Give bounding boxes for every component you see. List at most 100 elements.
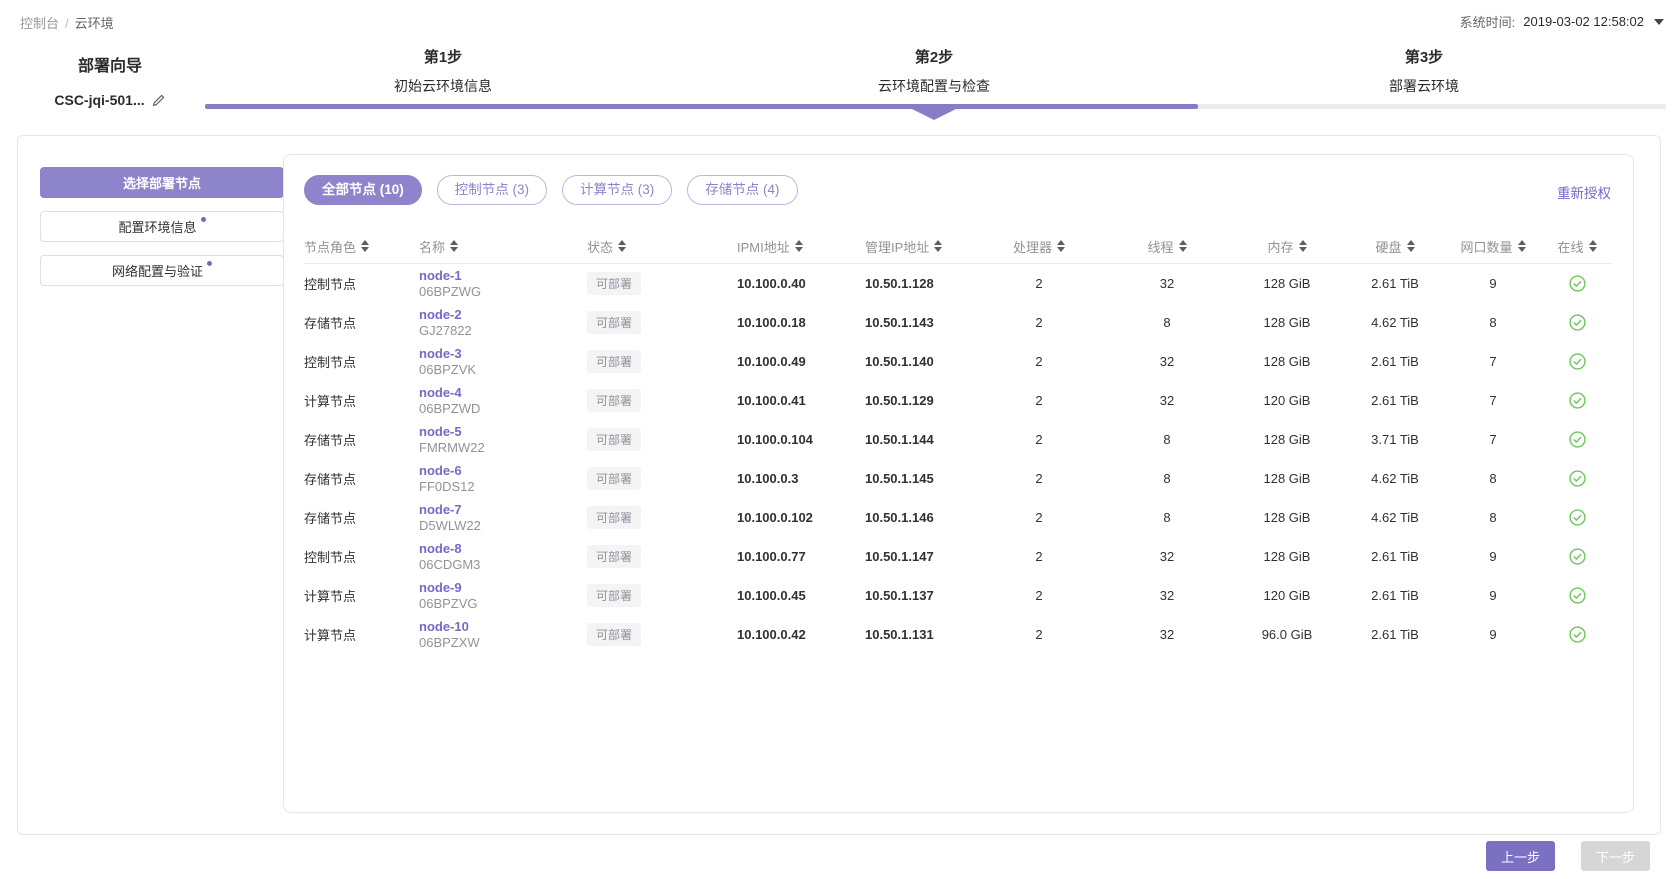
disk-size: 4.62 TiB <box>1343 315 1447 330</box>
disk-size: 2.61 TiB <box>1343 276 1447 291</box>
online-status <box>1539 509 1615 526</box>
node-filter-tab[interactable]: 存储节点 (4) <box>687 175 797 205</box>
mgmt-ip-address: 10.50.1.147 <box>835 549 975 564</box>
disk-size: 2.61 TiB <box>1343 549 1447 564</box>
mgmt-ip-address: 10.50.1.146 <box>835 510 975 525</box>
sort-icon[interactable] <box>1589 240 1597 252</box>
memory-size: 96.0 GiB <box>1231 627 1343 642</box>
memory-size: 128 GiB <box>1231 276 1343 291</box>
wizard-step-2: 第2步 云环境配置与检查 <box>774 46 1094 96</box>
node-name-link[interactable]: node-3 <box>419 346 559 362</box>
column-header[interactable]: 网口数量 <box>1447 237 1539 256</box>
node-role: 计算节点 <box>304 391 419 410</box>
wizard-nav-item[interactable]: 选择部署节点 <box>40 167 284 198</box>
status-badge: 可部署 <box>587 467 641 490</box>
system-time[interactable]: 系统时间: 2019-03-02 12:58:02 <box>1460 12 1664 31</box>
table-header-row: 节点角色 名称 状态 <box>304 229 1613 264</box>
column-header[interactable]: 管理IP地址 <box>835 237 975 256</box>
column-header-label: 状态 <box>587 237 613 256</box>
nic-count: 9 <box>1447 276 1539 291</box>
status-badge: 可部署 <box>587 623 641 646</box>
node-filter-tab[interactable]: 全部节点 (10) <box>304 175 422 205</box>
sort-icon[interactable] <box>618 240 626 252</box>
column-header[interactable]: IPMI地址 <box>707 237 835 256</box>
sort-icon[interactable] <box>934 240 942 252</box>
thread-count: 8 <box>1103 471 1231 486</box>
ipmi-address: 10.100.0.42 <box>707 627 835 642</box>
wizard-header: 部署向导 CSC-jqi-501... <box>10 52 210 108</box>
step-label: 部署云环境 <box>1264 76 1584 96</box>
column-header[interactable]: 在线 <box>1539 237 1615 256</box>
column-header[interactable]: 硬盘 <box>1343 237 1447 256</box>
status-badge: 可部署 <box>587 272 641 295</box>
column-header[interactable]: 节点角色 <box>304 237 419 256</box>
online-status <box>1539 470 1615 487</box>
edit-name-button[interactable] <box>152 93 166 107</box>
ipmi-address: 10.100.0.3 <box>707 471 835 486</box>
node-name-link[interactable]: node-6 <box>419 463 559 479</box>
pencil-icon <box>152 93 166 107</box>
breadcrumb-item-console[interactable]: 控制台 <box>20 16 59 31</box>
node-filter-tab[interactable]: 计算节点 (3) <box>562 175 672 205</box>
sort-icon[interactable] <box>795 240 803 252</box>
ipmi-address: 10.100.0.77 <box>707 549 835 564</box>
sort-icon[interactable] <box>1179 240 1187 252</box>
node-name-link[interactable]: node-7 <box>419 502 559 518</box>
check-circle-icon <box>1569 314 1586 331</box>
node-name-link[interactable]: node-1 <box>419 268 559 284</box>
sort-icon[interactable] <box>1299 240 1307 252</box>
caret-down-icon[interactable] <box>1654 19 1664 25</box>
wizard-nav-label: 选择部署节点 <box>123 173 201 192</box>
mgmt-ip-address: 10.50.1.128 <box>835 276 975 291</box>
node-serial: GJ27822 <box>419 323 559 339</box>
sort-icon[interactable] <box>361 240 369 252</box>
cpu-count: 2 <box>975 354 1103 369</box>
nic-count: 8 <box>1447 315 1539 330</box>
breadcrumb-item-cloud-env[interactable]: 云环境 <box>75 16 114 31</box>
node-name-link[interactable]: node-8 <box>419 541 559 557</box>
mgmt-ip-address: 10.50.1.145 <box>835 471 975 486</box>
table-row: 控制节点 node-3 06BPZVK 可部署 10.100.0.49 10.5… <box>304 342 1613 381</box>
wizard-nav-item[interactable]: 配置环境信息 <box>40 211 284 242</box>
column-header[interactable]: 名称 <box>419 237 559 256</box>
previous-step-button[interactable]: 上一步 <box>1486 841 1555 871</box>
column-header[interactable]: 状态 <box>559 237 707 256</box>
column-header-label: 网口数量 <box>1460 237 1512 256</box>
table-row: 存储节点 node-6 FF0DS12 可部署 10.100.0.3 10.50… <box>304 459 1613 498</box>
thread-count: 8 <box>1103 432 1231 447</box>
thread-count: 32 <box>1103 393 1231 408</box>
wizard-nav-label: 网络配置与验证 <box>112 261 203 280</box>
wizard-progress-done <box>205 104 1198 109</box>
column-header[interactable]: 线程 <box>1103 237 1231 256</box>
node-name-link[interactable]: node-2 <box>419 307 559 323</box>
sort-icon[interactable] <box>450 240 458 252</box>
node-name-link[interactable]: node-4 <box>419 385 559 401</box>
node-name-link[interactable]: node-10 <box>419 619 559 635</box>
nic-count: 7 <box>1447 393 1539 408</box>
reauthorize-link[interactable]: 重新授权 <box>1557 182 1611 202</box>
column-header-label: 在线 <box>1557 237 1583 256</box>
node-filter-tab[interactable]: 控制节点 (3) <box>437 175 547 205</box>
wizard-nav-item[interactable]: 网络配置与验证 <box>40 255 284 286</box>
sort-icon[interactable] <box>1518 240 1526 252</box>
sort-icon[interactable] <box>1407 240 1415 252</box>
ipmi-address: 10.100.0.45 <box>707 588 835 603</box>
wizard-step-1: 第1步 初始云环境信息 <box>283 46 603 96</box>
online-status <box>1539 275 1615 292</box>
mgmt-ip-address: 10.50.1.140 <box>835 354 975 369</box>
table-body: 控制节点 node-1 06BPZWG 可部署 10.100.0.40 10.5… <box>304 264 1613 654</box>
next-step-button[interactable]: 下一步 <box>1581 841 1650 871</box>
check-circle-icon <box>1569 353 1586 370</box>
disk-size: 2.61 TiB <box>1343 354 1447 369</box>
node-name-link[interactable]: node-5 <box>419 424 559 440</box>
memory-size: 128 GiB <box>1231 432 1343 447</box>
node-role: 存储节点 <box>304 508 419 527</box>
node-name-link[interactable]: node-9 <box>419 580 559 596</box>
column-header[interactable]: 处理器 <box>975 237 1103 256</box>
column-header-label: IPMI地址 <box>737 237 790 256</box>
nic-count: 7 <box>1447 432 1539 447</box>
table-row: 存储节点 node-5 FMRMW22 可部署 10.100.0.104 10.… <box>304 420 1613 459</box>
sort-icon[interactable] <box>1057 240 1065 252</box>
ipmi-address: 10.100.0.49 <box>707 354 835 369</box>
column-header[interactable]: 内存 <box>1231 237 1343 256</box>
